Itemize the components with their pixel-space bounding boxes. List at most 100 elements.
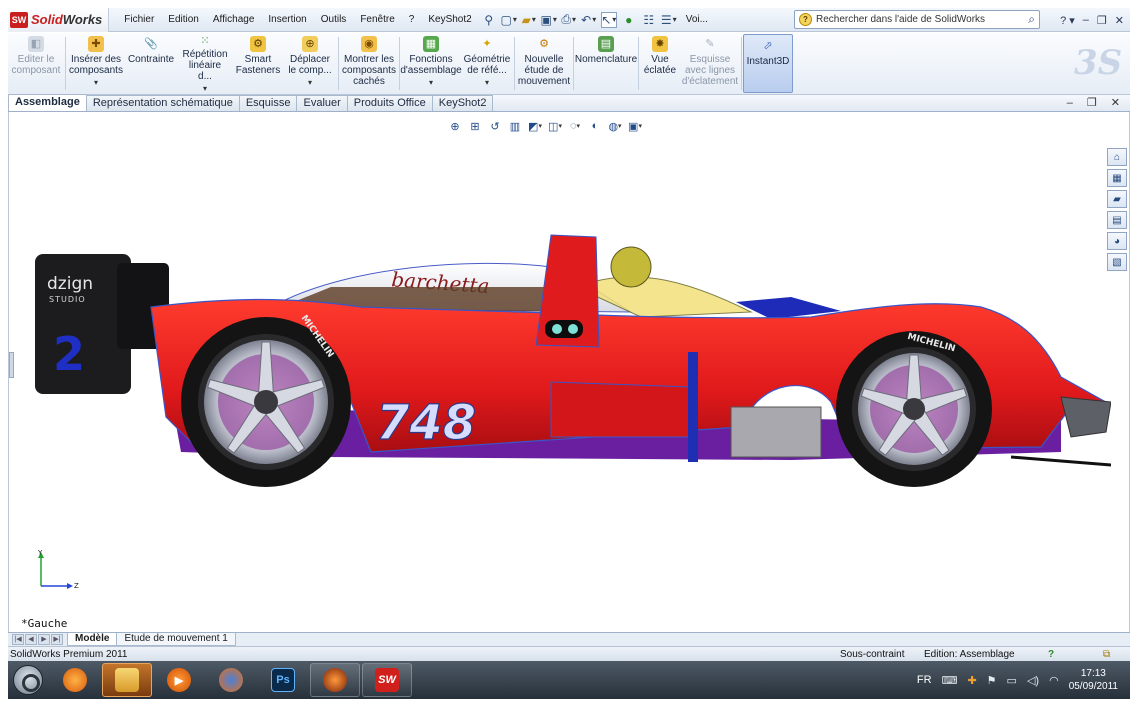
menu-tools[interactable]: Outils (314, 8, 354, 32)
tab-keyshot2[interactable]: KeyShot2 (431, 95, 494, 111)
menu-edit[interactable]: Edition (161, 8, 206, 32)
doc-restore-icon[interactable]: ❐ (1087, 95, 1097, 111)
taskbar-app-firefox[interactable] (206, 663, 256, 697)
taskbar-app-solidworks[interactable]: SW (362, 663, 412, 697)
help-search-box[interactable]: ? Rechercher dans l'aide de SolidWorks ⌕ (794, 10, 1040, 29)
assembly-features-button[interactable]: ▦ Fonctions d'assemblage ▾ (400, 33, 462, 94)
zoom-to-area-icon[interactable]: ⊞ (467, 118, 483, 134)
pin-icon[interactable]: ⚲ (481, 12, 497, 28)
menu-insert[interactable]: Insertion (261, 8, 313, 32)
help-status-icon[interactable]: ? (1048, 648, 1054, 661)
taskbar-app-photoshop[interactable]: Ps (258, 663, 308, 697)
file-explorer-folder-icon[interactable]: ▰ (1107, 190, 1127, 208)
globe-icon (323, 668, 347, 692)
rebuild-traffic-light-icon[interactable]: ● (621, 12, 637, 28)
view-menu-truncated[interactable]: Voi... (679, 8, 715, 32)
feature-tree-expand-handle[interactable] (9, 352, 14, 378)
triad-z-label: Z (74, 582, 79, 590)
solidworks-resources-home-icon[interactable]: ⌂ (1107, 148, 1127, 166)
taskbar-app-folder[interactable] (102, 663, 152, 697)
exploded-view-button[interactable]: ✸ Vue éclatée (640, 33, 680, 94)
smart-fasteners-button[interactable]: ⚙ Smart Fasteners (233, 33, 283, 94)
system-clock[interactable]: 17:13 05/09/2011 (1069, 667, 1118, 693)
start-orb-icon (13, 665, 43, 695)
menu-view[interactable]: Affichage (206, 8, 262, 32)
tab-office-products[interactable]: Produits Office (346, 95, 433, 111)
menu-file[interactable]: Fichier (117, 8, 161, 32)
restore-icon[interactable]: ❐ (1097, 14, 1107, 27)
chevron-down-icon[interactable]: ▾ (485, 77, 489, 88)
design-library-icon[interactable]: ▦ (1107, 169, 1127, 187)
start-button[interactable] (8, 661, 48, 699)
insert-components-button[interactable]: ✚ Insérer des composants ▾ (67, 33, 125, 94)
command-manager-tabs: Assemblage Représentation schématique Es… (8, 94, 1130, 112)
doc-close-icon[interactable]: ✕ (1111, 95, 1120, 111)
keyboard-icon[interactable]: ⌨ (942, 674, 958, 687)
minimize-icon[interactable]: – (1083, 14, 1089, 26)
display-style-icon[interactable]: ◫ (547, 118, 563, 134)
linear-pattern-button[interactable]: ⁙ Répétition linéaire d... ▾ (177, 33, 233, 94)
help-search-input[interactable]: Rechercher dans l'aide de SolidWorks (816, 14, 985, 25)
previous-view-icon[interactable]: ↺ (487, 118, 503, 134)
taskbar-app-firefox-orange[interactable] (50, 663, 100, 697)
menu-keyshot2[interactable]: KeyShot2 (421, 8, 478, 32)
search-icon[interactable]: ⌕ (1028, 12, 1035, 27)
tab-model[interactable]: Modèle (67, 633, 118, 646)
tab-motion-study-1[interactable]: Etude de mouvement 1 (116, 633, 236, 646)
undo-icon[interactable]: ↶ (581, 12, 597, 28)
solidworks-logo[interactable]: SW SolidWorks (8, 7, 110, 32)
close-icon[interactable]: ✕ (1115, 14, 1124, 27)
save-icon[interactable]: ▣ (541, 12, 557, 28)
graphics-area[interactable]: ⊕ ⊞ ↺ ▥ ◩ ◫ ◌ ◐ ◍ ▣ ⌂ ▦ ▰ ▤ ◕ ▧ (8, 112, 1130, 632)
volume-icon[interactable]: ◁) (1027, 674, 1039, 687)
menu-help[interactable]: ? (402, 8, 422, 32)
move-component-button[interactable]: ⊕ Déplacer le comp... ▾ (283, 33, 337, 94)
instant3d-button[interactable]: ⬀ Instant3D (743, 34, 793, 93)
menu-window[interactable]: Fenêtre (353, 8, 401, 32)
section-view-icon[interactable]: ▥ (507, 118, 523, 134)
help-dropdown-icon[interactable]: ? ▾ (1060, 14, 1075, 27)
wifi-icon[interactable]: ◠ (1049, 674, 1059, 687)
view-orientation-icon[interactable]: ◩ (527, 118, 543, 134)
reference-geometry-button[interactable]: ✦ Géométrie de réfé... ▾ (461, 33, 513, 94)
show-hidden-components-button[interactable]: ◉ Montrer les composants cachés (340, 33, 398, 94)
explode-line-sketch-button[interactable]: ✎ Esquisse avec lignes d'éclatement (680, 33, 740, 94)
chevron-down-icon[interactable]: ▾ (429, 77, 433, 88)
solidworks-icon: SW (375, 668, 399, 692)
taskbar-app-media-player[interactable]: ▶ (154, 663, 204, 697)
language-indicator[interactable]: FR (917, 674, 932, 686)
flag-icon[interactable]: ⚑ (987, 674, 997, 687)
next-tab-icon[interactable]: ▶ (38, 634, 50, 645)
chevron-down-icon[interactable]: ▾ (94, 77, 98, 88)
battery-icon[interactable]: ▭ (1007, 674, 1017, 687)
file-properties-icon[interactable]: ☷ (641, 12, 657, 28)
tab-sketch[interactable]: Esquisse (238, 95, 298, 111)
zoom-to-fit-icon[interactable]: ⊕ (447, 118, 463, 134)
chevron-down-icon[interactable]: ▾ (203, 83, 207, 94)
apply-scene-icon[interactable]: ◍ (607, 118, 623, 134)
prev-tab-icon[interactable]: ◀ (25, 634, 37, 645)
view-settings-icon[interactable]: ▣ (627, 118, 643, 134)
edit-component-button[interactable]: ◧ Editer le composant (8, 33, 64, 94)
options-icon[interactable]: ☰ (661, 12, 677, 28)
race-car-model[interactable]: dzign STUDIO 2 barchetta 748 MICHELIN MI… (31, 227, 1111, 607)
last-tab-icon[interactable]: ▶| (51, 634, 63, 645)
print-icon[interactable]: ⎙ (561, 12, 577, 28)
new-document-icon[interactable]: ▢ (501, 12, 517, 28)
first-tab-icon[interactable]: |◀ (12, 634, 24, 645)
tray-plus-icon[interactable]: ✚ (967, 674, 976, 687)
chevron-down-icon[interactable]: ▾ (308, 77, 312, 88)
mate-button[interactable]: 📎 Contrainte (125, 33, 177, 94)
open-folder-icon[interactable]: ▰ (521, 12, 537, 28)
edit-appearance-icon[interactable]: ◐ (587, 118, 603, 134)
tab-assembly[interactable]: Assemblage (8, 94, 87, 111)
select-arrow-icon[interactable]: ↖ (600, 11, 617, 28)
tab-schematic[interactable]: Représentation schématique (85, 95, 240, 111)
taskbar-app-globe[interactable] (310, 663, 360, 697)
bill-of-materials-button[interactable]: ▤ Nomenclature (575, 33, 637, 94)
hide-show-items-icon[interactable]: ◌ (567, 118, 583, 134)
new-motion-study-button[interactable]: ⚙ Nouvelle étude de mouvement (516, 33, 572, 94)
doc-minimize-icon[interactable]: – (1067, 95, 1073, 111)
tab-evaluate[interactable]: Evaluer (296, 95, 348, 111)
tag-icon[interactable]: ⧉ (1103, 648, 1110, 661)
